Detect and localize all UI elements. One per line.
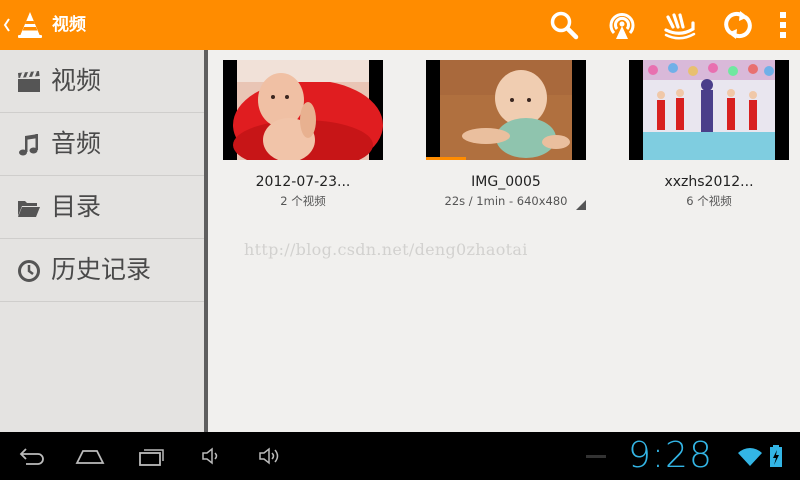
video-clapper-icon <box>18 71 40 92</box>
sidebar-item-label: 历史记录 <box>51 255 152 284</box>
search-icon[interactable] <box>546 7 582 43</box>
action-bar: 视频 <box>0 0 800 50</box>
video-subtitle: 22s / 1min - 640x480 <box>444 194 568 208</box>
history-clock-icon <box>18 260 40 282</box>
video-title: 2012-07-23... <box>255 174 351 190</box>
notification-dash <box>586 455 606 458</box>
playback-progress-bar <box>426 157 466 160</box>
app-title: 视频 <box>52 15 86 35</box>
video-title: IMG_0005 <box>471 174 541 190</box>
refresh-icon[interactable] <box>720 7 756 43</box>
volume-down-icon[interactable] <box>200 444 220 468</box>
volume-up-icon[interactable] <box>258 444 282 468</box>
video-title: xxzhs2012... <box>664 174 754 190</box>
item-menu-triangle-icon[interactable] <box>576 200 586 210</box>
video-thumbnail[interactable] <box>426 60 586 160</box>
hot-icon[interactable] <box>662 7 698 43</box>
video-item-1[interactable]: IMG_0005 22s / 1min - 640x480 <box>426 60 586 210</box>
sidebar: 视频 音频 目录 历史记录 <box>0 50 204 432</box>
video-grid: 2012-07-23... 2 个视频 IMG_0005 22s / 1min … <box>208 50 800 432</box>
back-caret-icon[interactable] <box>3 16 11 34</box>
home-icon[interactable] <box>75 444 105 468</box>
vlc-app: 视频 视频 音频 目录 历史记录 2012-07-23... 2 个视频 IMG… <box>0 0 800 480</box>
video-subtitle: 6 个视频 <box>686 194 732 208</box>
sidebar-item-directories[interactable]: 目录 <box>0 176 204 239</box>
sidebar-item-label: 视频 <box>51 66 102 95</box>
status-clock: 9:28 <box>628 435 713 476</box>
vlc-cone-icon[interactable] <box>15 10 45 40</box>
sidebar-item-label: 目录 <box>51 192 102 221</box>
video-thumbnail[interactable] <box>223 60 383 160</box>
watermark-text: http://blog.csdn.net/deng0zhaotai <box>244 240 528 259</box>
sidebar-item-label: 音频 <box>51 129 102 158</box>
battery-charging-icon <box>770 445 782 467</box>
recent-apps-icon[interactable] <box>137 444 165 468</box>
sidebar-item-audio[interactable]: 音频 <box>0 113 204 176</box>
sidebar-item-history[interactable]: 历史记录 <box>0 239 204 302</box>
video-item-2[interactable]: xxzhs2012... 6 个视频 <box>629 60 789 209</box>
sidebar-item-video[interactable]: 视频 <box>0 50 204 113</box>
video-subtitle: 2 个视频 <box>280 194 326 208</box>
airplay-icon[interactable] <box>604 7 640 43</box>
music-note-icon <box>19 134 38 156</box>
video-item-0[interactable]: 2012-07-23... 2 个视频 <box>223 60 383 209</box>
back-icon[interactable] <box>16 444 44 468</box>
overflow-menu-icon[interactable] <box>766 7 800 43</box>
video-thumbnail[interactable] <box>629 60 789 160</box>
folder-icon <box>18 201 40 217</box>
wifi-icon <box>738 448 762 466</box>
